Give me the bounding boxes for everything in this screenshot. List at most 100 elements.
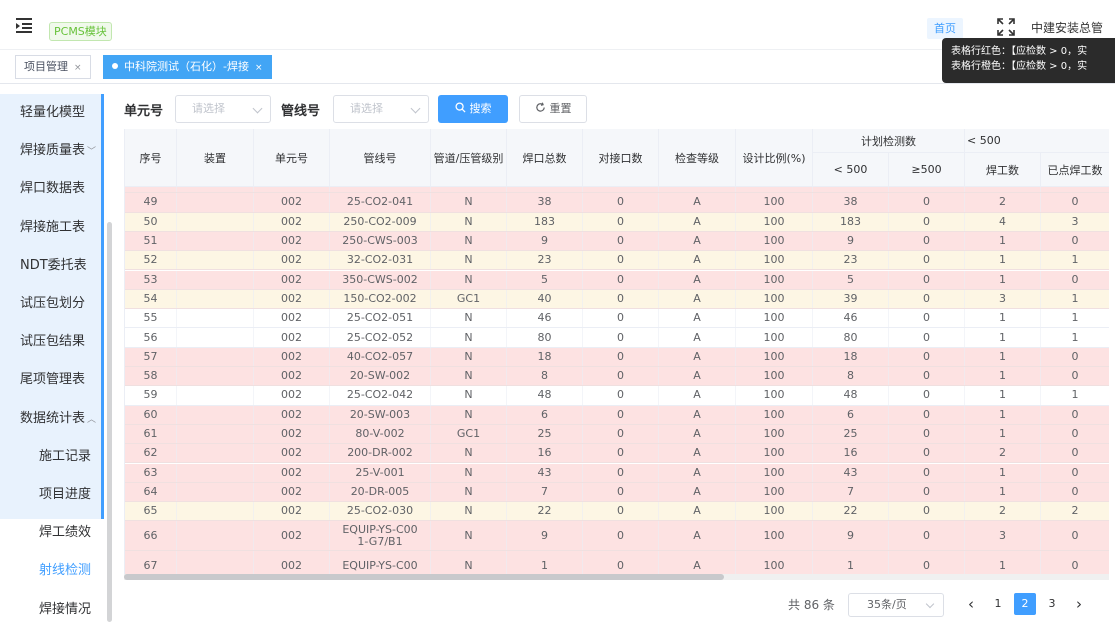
sidebar-item-label: 试压包结果 [20, 334, 86, 350]
cell-lvl: A [659, 521, 736, 551]
table-row[interactable]: 61 002 80-V-002 GC1 25 0 A 100 25 0 1 0 [125, 424, 1109, 445]
cell-ratio: 100 [736, 231, 813, 251]
sidebar-subitem-3[interactable]: 焊工绩效 [0, 514, 104, 552]
th-welders: 焊工数 [965, 153, 1041, 187]
line-select[interactable]: 请选择 [333, 95, 429, 123]
unit-select[interactable]: 请选择 [175, 95, 271, 123]
sidebar-item-1[interactable]: 轻量化模型 [0, 94, 104, 132]
cell-p1: 6 [813, 405, 889, 424]
cell-butt: 0 [583, 309, 659, 328]
sidebar-subitem-5[interactable]: 焊接情况 [0, 591, 104, 626]
cell-line: 20-SW-003 [330, 405, 431, 424]
cell-unit: 002 [254, 212, 330, 231]
fullscreen-icon[interactable] [997, 18, 1015, 36]
cell-s: 1 [1041, 251, 1109, 269]
org-name[interactable]: 中建安装总管 [1031, 19, 1115, 36]
sidebar-item-8[interactable]: 尾项管理表 [0, 361, 104, 399]
cell-device [177, 193, 254, 212]
main-content: 单元号 请选择 管线号 请选择 搜索 重置 48002200-CO2-001GC… [115, 84, 1115, 626]
sidebar-item-label: 轻量化模型 [20, 105, 86, 120]
table-row[interactable]: 62 002 200-DR-002 N 16 0 A 100 16 0 2 0 [125, 444, 1109, 464]
cell-seq: 62 [125, 444, 177, 463]
cell-p2: 0 [889, 521, 965, 551]
cell-p1: 46 [813, 309, 889, 328]
cell-ratio: 100 [736, 482, 813, 502]
cell-unit: 002 [254, 231, 330, 251]
table-row[interactable]: 65 002 25-CO2-030 N 22 0 A 100 22 0 2 2 [125, 502, 1109, 522]
cell-w: 1 [965, 424, 1041, 444]
table-row[interactable]: 54 002 150-CO2-002 GC1 40 0 A 100 39 0 3 1 [125, 289, 1109, 310]
home-button[interactable]: 首页 [927, 18, 963, 39]
sidebar-scrollbar[interactable] [107, 222, 112, 622]
cell-cls: N [431, 328, 507, 347]
page-size-select[interactable]: 35条/页 [848, 593, 944, 617]
table-row[interactable]: 49 002 25-CO2-041 N 38 0 A 100 38 0 2 0 [125, 193, 1109, 213]
close-icon[interactable]: × [74, 63, 82, 73]
table-row[interactable]: 52 002 32-CO2-031 N 23 0 A 100 23 0 1 1 [125, 251, 1109, 271]
next-page-button[interactable]: › [1068, 593, 1090, 615]
cell-seq: 54 [125, 289, 177, 309]
sidebar-subitem-2[interactable]: 项目进度 [0, 476, 104, 514]
table-row[interactable]: 51 002 250-CWS-003 N 9 0 A 100 9 0 1 0 [125, 231, 1109, 252]
cell-unit: 002 [254, 289, 330, 309]
page-button-1[interactable]: 1 [987, 593, 1009, 615]
table-row[interactable]: 50 002 250-CO2-009 N 183 0 A 100 183 0 4 3 [125, 212, 1109, 232]
table-row[interactable]: 59 002 25-CO2-042 N 48 0 A 100 48 0 1 1 [125, 386, 1109, 406]
table-row[interactable]: 58 002 20-SW-002 N 8 0 A 100 8 0 1 0 [125, 367, 1109, 387]
cell-butt: 0 [583, 405, 659, 424]
menu-fold-icon[interactable] [14, 15, 34, 35]
table-row[interactable]: 63 002 25-V-001 N 43 0 A 100 43 0 1 0 [125, 463, 1109, 483]
cell-w: 1 [965, 367, 1041, 386]
cell-line: 25-V-001 [330, 463, 431, 482]
chevron-down-icon [252, 103, 263, 114]
reset-button[interactable]: 重置 [519, 95, 587, 123]
sidebar-item-6[interactable]: 试压包划分 [0, 285, 104, 323]
sidebar-item-5[interactable]: NDT委托表 [0, 247, 104, 285]
search-button-label: 搜索 [469, 102, 492, 115]
cell-unit: 002 [254, 347, 330, 366]
chevron-icon: ︿ [87, 414, 97, 425]
table-row[interactable]: 60 002 20-SW-003 N 6 0 A 100 6 0 1 0 [125, 405, 1109, 425]
cell-lvl: A [659, 251, 736, 270]
cell-p1: 18 [813, 347, 889, 366]
close-icon[interactable]: × [255, 63, 263, 73]
table-row[interactable]: 55 002 25-CO2-051 N 46 0 A 100 46 0 1 1 [125, 309, 1109, 329]
cell-lvl: A [659, 386, 736, 405]
sidebar-subitem-4[interactable]: 射线检测 [0, 552, 104, 590]
cell-lvl: A [659, 405, 736, 424]
sidebar-item-3[interactable]: 焊口数据表 [0, 170, 104, 208]
sidebar-item-label: 焊接质量表 [20, 143, 86, 159]
cell-w: 1 [965, 386, 1041, 405]
page-button-2[interactable]: 2 [1014, 593, 1036, 615]
cell-butt: 0 [583, 463, 659, 482]
sidebar-subitem-label: 施工记录 [39, 448, 92, 464]
tab-welding[interactable]: 中科院测试（石化）-焊接 × [103, 55, 272, 79]
table-row[interactable]: 56 002 25-CO2-052 N 80 0 A 100 80 0 1 1 [125, 328, 1109, 348]
horizontal-scrollbar[interactable] [124, 574, 724, 580]
cell-lvl: A [659, 193, 736, 212]
table-row[interactable]: 53 002 350-CWS-002 N 5 0 A 100 5 0 1 0 [125, 270, 1109, 290]
cell-device [177, 463, 254, 482]
cell-line: 25-CO2-051 [330, 309, 431, 328]
app: PCMS模块 首页 中建安装总管 项目管理 × 中科院测试（石化）-焊接 × 表格行… [0, 0, 1115, 626]
prev-page-button[interactable]: ‹ [960, 593, 982, 615]
page-button-3[interactable]: 3 [1041, 593, 1063, 615]
cell-p2: 0 [889, 251, 965, 270]
sidebar-item-4[interactable]: 焊接施工表 [0, 209, 104, 247]
sidebar-item-label: 尾项管理表 [20, 372, 86, 388]
cell-seq: 55 [125, 309, 177, 328]
cell-seq: 58 [125, 367, 177, 386]
cell-ratio: 100 [736, 424, 813, 444]
th-planned-lt500: < 500 [813, 153, 889, 187]
sidebar-item-label: 焊接施工表 [20, 219, 86, 235]
table-row[interactable]: 64 002 20-DR-005 N 7 0 A 100 7 0 1 0 [125, 482, 1109, 503]
sidebar-item-7[interactable]: 试压包结果 [0, 323, 104, 361]
table-row[interactable]: 66 002 EQUIP-YS-C00 1-G7/B1 N 9 0 A 100 9 0 3 0 [125, 521, 1109, 552]
sidebar-subitem-1[interactable]: 施工记录 [0, 438, 104, 476]
sidebar-item-2[interactable]: 焊接质量表 ﹀ [0, 132, 104, 170]
tab-project-management[interactable]: 项目管理 × [15, 55, 91, 79]
cell-line: 350-CWS-002 [330, 270, 431, 289]
search-button[interactable]: 搜索 [438, 95, 508, 123]
sidebar-item-9[interactable]: 数据统计表 ︿ [0, 400, 104, 438]
table-row[interactable]: 57 002 40-CO2-057 N 18 0 A 100 18 0 1 0 [125, 347, 1109, 367]
